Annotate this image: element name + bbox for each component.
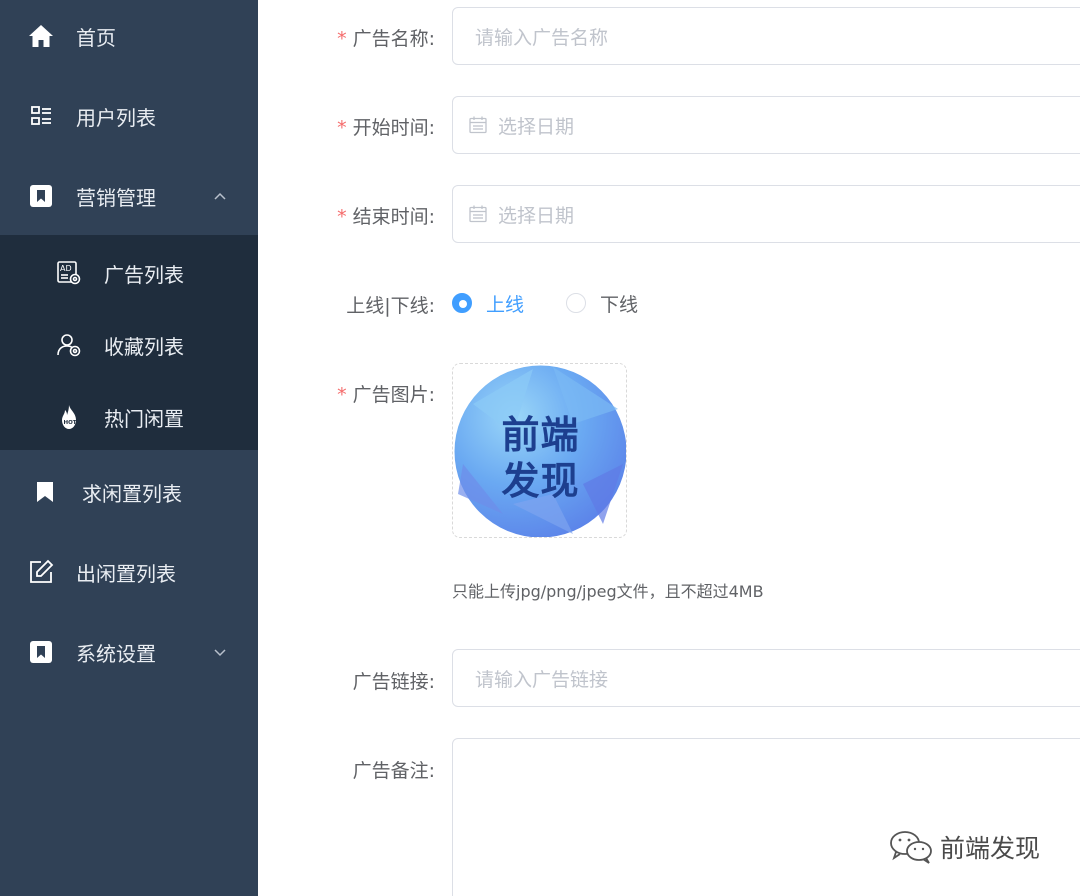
radio-label: 上线 <box>486 293 525 316</box>
sidebar-item-label: 营销管理 <box>76 185 156 210</box>
app-root: 首页 用户列表 营销管理 AD 广告列表 收藏列表 HOT 热门闲置 求闲置列表… <box>0 0 1080 896</box>
ad-link-input[interactable]: 请输入广告链接 <box>452 649 1080 707</box>
upload-tip: 只能上传jpg/png/jpeg文件，且不超过4MB <box>452 582 764 601</box>
sidebar-item-settings[interactable]: 系统设置 <box>0 612 258 692</box>
start-time-label: * 开始时间: <box>337 117 435 139</box>
ad-name-placeholder: 请输入广告名称 <box>475 26 609 49</box>
chevron-down-icon <box>214 649 226 657</box>
radio-label: 下线 <box>600 293 639 316</box>
sidebar-item-label: 出闲置列表 <box>76 561 176 586</box>
sidebar-item-sell-idle[interactable]: 出闲置列表 <box>0 532 258 612</box>
watermark-text: 前端发现 <box>940 834 1041 863</box>
settings-icon <box>28 639 54 665</box>
online-radio-group: 上线 下线 <box>452 286 638 320</box>
home-icon <box>28 23 54 49</box>
radio-dot <box>566 293 587 313</box>
sidebar: 首页 用户列表 营销管理 AD 广告列表 收藏列表 HOT 热门闲置 求闲置列表… <box>0 0 258 896</box>
logo-line-2: 发现 <box>501 459 580 503</box>
svg-text:AD: AD <box>60 264 72 273</box>
image-uploader[interactable]: 前端 发现 <box>452 363 627 538</box>
submenu-marketing: AD 广告列表 收藏列表 HOT 热门闲置 <box>0 235 258 450</box>
ad-remark-label: 广告备注: <box>352 760 435 782</box>
ad-name-label: * 广告名称: <box>337 28 435 50</box>
bookmark-icon <box>32 479 58 505</box>
end-time-label: * 结束时间: <box>337 206 435 228</box>
calendar-icon <box>469 116 487 134</box>
sidebar-item-label: 首页 <box>76 25 116 50</box>
user-gear-icon <box>56 332 82 358</box>
sidebar-item-label: 求闲置列表 <box>82 481 182 506</box>
ad-link-label: 广告链接: <box>352 671 435 693</box>
end-date-placeholder: 选择日期 <box>498 204 575 227</box>
sidebar-item-want-idle[interactable]: 求闲置列表 <box>0 452 258 532</box>
radio-dot <box>452 293 472 313</box>
sidebar-item-hot-idle[interactable]: HOT 热门闲置 <box>0 381 258 453</box>
end-date-picker[interactable]: 选择日期 <box>452 185 1080 243</box>
radio-offline[interactable]: 下线 <box>566 290 638 317</box>
online-status-label: 上线|下线: <box>346 295 435 317</box>
sidebar-item-label: 系统设置 <box>76 641 156 666</box>
ad-icon: AD <box>56 260 82 286</box>
radio-online[interactable]: 上线 <box>452 290 524 317</box>
sidebar-item-user-list[interactable]: 用户列表 <box>0 76 258 156</box>
sidebar-item-label: 热门闲置 <box>104 406 184 431</box>
edit-icon <box>28 559 54 585</box>
watermark: 前端发现 <box>888 828 1040 866</box>
sidebar-item-home[interactable]: 首页 <box>0 0 258 76</box>
user-list-icon <box>28 103 54 129</box>
svg-text:HOT: HOT <box>64 420 77 426</box>
wechat-icon <box>890 831 932 864</box>
start-date-picker[interactable]: 选择日期 <box>452 96 1080 154</box>
marketing-icon <box>28 183 54 209</box>
ad-image-label: * 广告图片: <box>337 384 435 406</box>
sidebar-item-marketing[interactable]: 营销管理 <box>0 156 258 236</box>
ad-name-input[interactable]: 请输入广告名称 <box>452 7 1080 65</box>
ad-link-placeholder: 请输入广告链接 <box>475 668 609 691</box>
start-date-placeholder: 选择日期 <box>498 115 575 138</box>
sidebar-item-label: 广告列表 <box>104 262 184 287</box>
sidebar-item-favorites[interactable]: 收藏列表 <box>0 309 258 381</box>
sidebar-item-label: 用户列表 <box>76 105 156 130</box>
hot-fire-icon: HOT <box>56 404 82 430</box>
calendar-icon <box>469 205 487 223</box>
sidebar-item-ad-list[interactable]: AD 广告列表 <box>0 237 258 309</box>
sidebar-item-label: 收藏列表 <box>104 334 184 359</box>
chevron-up-icon <box>214 192 226 200</box>
ad-remark-textarea[interactable] <box>452 738 1080 896</box>
